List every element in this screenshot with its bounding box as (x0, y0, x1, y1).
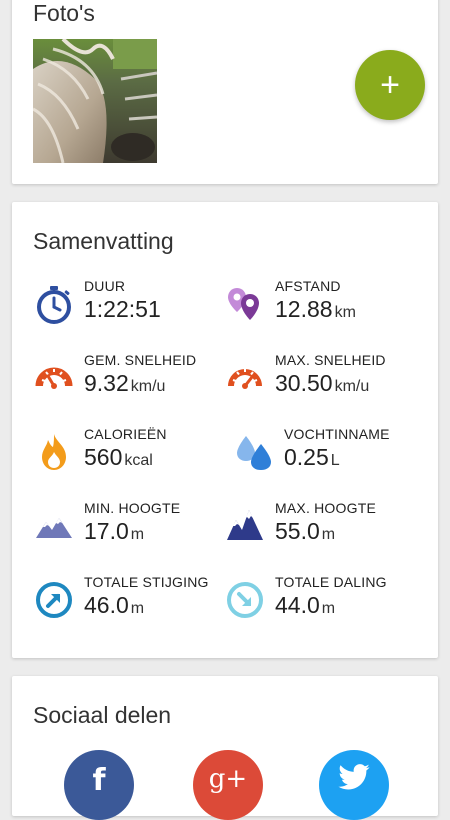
map-pins-icon (225, 284, 265, 324)
stat-value: 46.0 (84, 592, 129, 618)
stat-value: 9.32 (84, 370, 129, 396)
stat-unit: m (321, 526, 336, 543)
stat-avg-speed: GEM. SNELHEID 9.32 km/u (34, 352, 234, 408)
stat-unit: kcal (124, 452, 153, 469)
facebook-icon: f (92, 762, 106, 798)
stat-unit: L (330, 452, 340, 469)
speedometer-icon (225, 358, 265, 398)
mountain-low-icon (34, 506, 74, 546)
stat-value: 12.88 (275, 296, 333, 322)
stat-value: 1:22:51 (84, 296, 161, 322)
stat-label: AFSTAND (275, 278, 341, 294)
stat-calories: CALORIEËN 560 kcal (34, 426, 234, 482)
stat-label: VOCHTINNAME (284, 426, 390, 442)
twitter-bird-icon (338, 763, 370, 795)
stat-unit: m (130, 600, 145, 617)
twitter-share-button[interactable] (319, 750, 389, 820)
stat-label: CALORIEËN (84, 426, 167, 442)
social-card: Sociaal delen f g+ (12, 676, 438, 820)
stat-total-ascent: TOTALE STIJGING 46.0 m (34, 574, 234, 630)
stat-value: 44.0 (275, 592, 320, 618)
stat-min-altitude: MIN. HOOGTE 17.0 m (34, 500, 234, 556)
google-plus-icon: g+ (208, 764, 248, 794)
stat-unit: km/u (334, 378, 370, 395)
photos-card: Foto's + (12, 0, 438, 184)
stat-value: 55.0 (275, 518, 320, 544)
stat-unit: km (334, 304, 356, 321)
ascent-arrow-icon (34, 580, 74, 620)
social-title: Sociaal delen (33, 702, 172, 728)
stat-label: MIN. HOOGTE (84, 500, 181, 516)
stat-max-altitude: MAX. HOOGTE 55.0 m (225, 500, 425, 556)
stat-value: 560 (84, 444, 123, 470)
add-photo-button[interactable]: + (355, 50, 425, 120)
photo-thumbnail[interactable] (33, 39, 157, 163)
stopwatch-icon (34, 284, 74, 324)
stat-unit: m (321, 600, 336, 617)
descent-arrow-icon (225, 580, 265, 620)
stat-duration: DUUR 1:22:51 (34, 278, 234, 334)
stat-hydration: VOCHTINNAME 0.25 L (234, 426, 434, 482)
stat-label: DUUR (84, 278, 126, 294)
facebook-share-button[interactable]: f (64, 750, 134, 820)
stat-value: 17.0 (84, 518, 129, 544)
stat-label: MAX. SNELHEID (275, 352, 386, 368)
summary-card: Samenvatting DUUR 1:22:51 AFSTAND 12.88 … (12, 202, 438, 658)
stat-value: 0.25 (284, 444, 329, 470)
photos-title: Foto's (33, 0, 95, 26)
plus-icon: + (380, 66, 400, 104)
water-drops-icon (234, 432, 274, 472)
stat-value: 30.50 (275, 370, 333, 396)
stat-unit: m (130, 526, 145, 543)
flame-icon (34, 432, 74, 472)
stat-label: TOTALE DALING (275, 574, 387, 590)
google-plus-share-button[interactable]: g+ (193, 750, 263, 820)
summary-title: Samenvatting (33, 228, 174, 254)
stat-label: TOTALE STIJGING (84, 574, 209, 590)
stat-label: MAX. HOOGTE (275, 500, 376, 516)
stat-total-descent: TOTALE DALING 44.0 m (225, 574, 425, 630)
stat-distance: AFSTAND 12.88 km (225, 278, 425, 334)
stat-unit: km/u (130, 378, 166, 395)
stat-max-speed: MAX. SNELHEID 30.50 km/u (225, 352, 425, 408)
stat-label: GEM. SNELHEID (84, 352, 197, 368)
mountain-high-icon (225, 506, 265, 546)
speedometer-icon (34, 358, 74, 398)
